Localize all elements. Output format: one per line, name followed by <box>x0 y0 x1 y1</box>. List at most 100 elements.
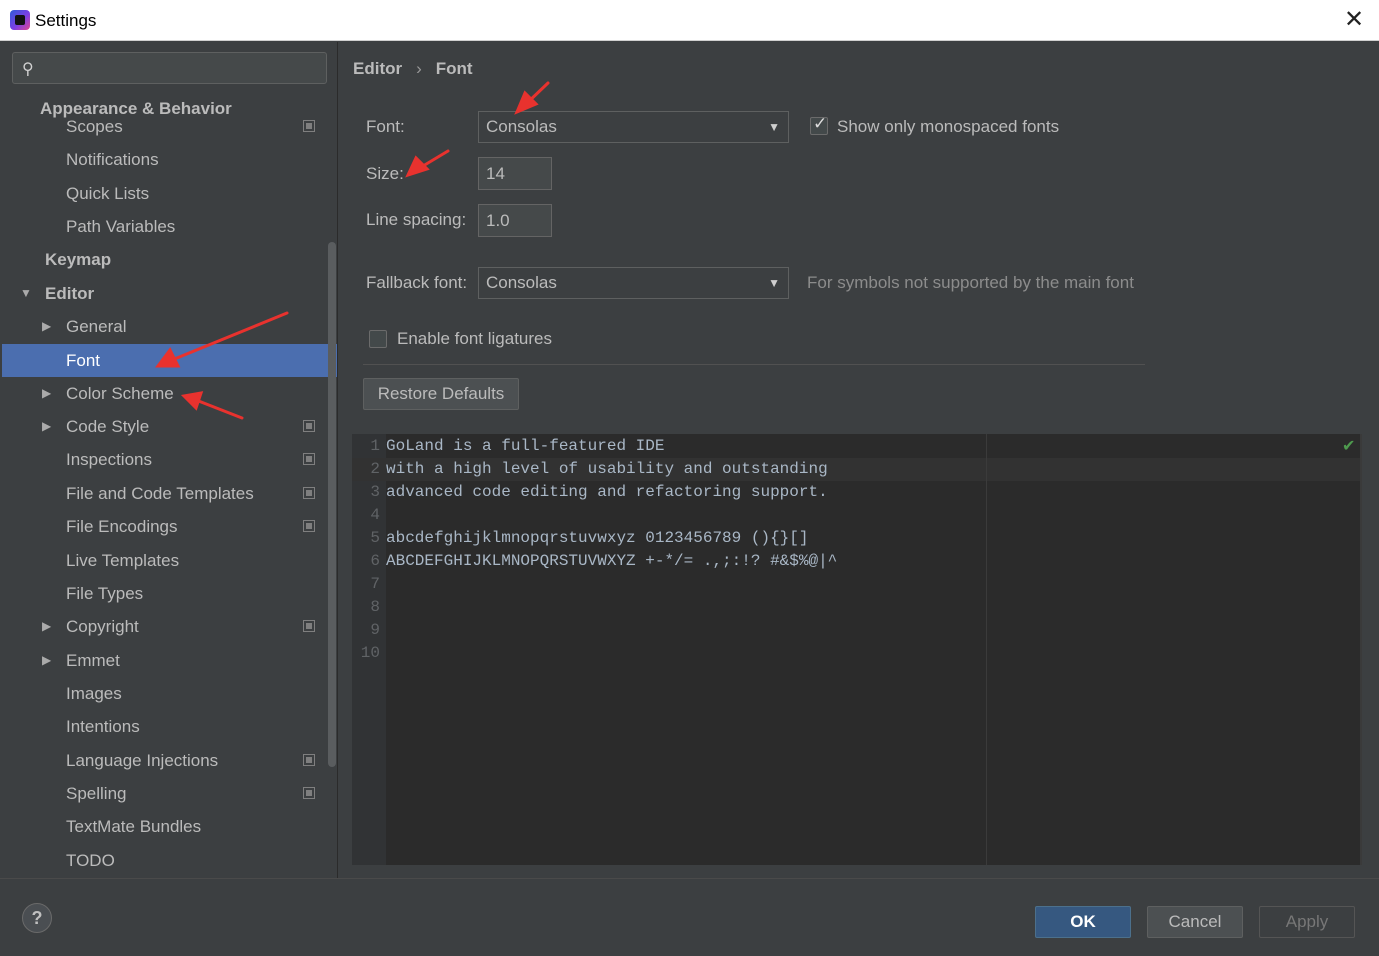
close-icon[interactable]: ✕ <box>1338 5 1370 35</box>
sidebar-item-path-variables[interactable]: Path Variables <box>2 210 337 243</box>
sidebar-item-general[interactable]: ▶ General <box>2 310 337 343</box>
line-text: advanced code editing and refactoring su… <box>386 483 828 501</box>
project-settings-icon <box>303 420 315 432</box>
collapsed-arrow-icon[interactable]: ▶ <box>42 310 51 343</box>
restore-defaults-button[interactable]: Restore Defaults <box>363 378 519 410</box>
line-number: 1 <box>370 437 380 455</box>
collapsed-arrow-icon[interactable]: ▶ <box>42 610 51 643</box>
window-title: Settings <box>35 11 97 30</box>
help-icon[interactable]: ? <box>22 903 52 933</box>
sidebar-item-file-code-templates[interactable]: File and Code Templates <box>2 477 337 510</box>
line-number: 5 <box>370 529 380 547</box>
sidebar-item-inspections[interactable]: Inspections <box>2 443 337 476</box>
fallback-font-label: Fallback font: <box>366 273 468 292</box>
sidebar-item-spelling[interactable]: Spelling <box>2 777 337 810</box>
sidebar-item-label: File Encodings <box>66 517 178 536</box>
search-input[interactable]: ⚲ <box>12 52 327 84</box>
sidebar-item-label: Spelling <box>66 784 127 803</box>
cancel-button[interactable]: Cancel <box>1147 906 1243 938</box>
font-select[interactable]: Consolas ▼ <box>478 111 789 143</box>
sidebar-item-label: Quick Lists <box>66 184 150 203</box>
breadcrumb-separator: › <box>416 59 422 78</box>
sidebar-item-copyright[interactable]: ▶ Copyright <box>2 610 337 643</box>
enable-ligatures-checkbox[interactable] <box>369 330 387 348</box>
sidebar-item-code-style[interactable]: ▶ Code Style <box>2 410 337 443</box>
sidebar-item-notifications[interactable]: Notifications <box>2 143 337 176</box>
line-spacing-input[interactable]: 1.0 <box>478 204 552 237</box>
preview-line: 1 GoLand is a full-featured IDE <box>352 435 1360 458</box>
sidebar-item-label: Keymap <box>45 250 112 269</box>
sidebar-item-label: File and Code Templates <box>66 484 254 503</box>
sidebar-item-label: Emmet <box>66 651 120 670</box>
fallback-font-hint: For symbols not supported by the main fo… <box>807 273 1134 292</box>
apply-button[interactable]: Apply <box>1259 906 1355 938</box>
sidebar-item-label: Intentions <box>66 717 140 736</box>
ok-button[interactable]: OK <box>1035 906 1131 938</box>
sidebar-item-textmate-bundles[interactable]: TextMate Bundles <box>2 810 337 843</box>
line-number: 2 <box>370 460 380 478</box>
line-text: GoLand is a full-featured IDE <box>386 437 665 455</box>
sidebar-item-file-types[interactable]: File Types <box>2 577 337 610</box>
show-monospaced-checkbox[interactable]: ✓ <box>810 114 828 135</box>
sidebar-item-live-templates[interactable]: Live Templates <box>2 544 337 577</box>
sidebar-item-label: TextMate Bundles <box>66 817 202 836</box>
line-number: 3 <box>370 483 380 501</box>
sidebar-item-label: File Types <box>66 584 144 603</box>
enable-ligatures-label[interactable]: Enable font ligatures <box>397 329 552 349</box>
sidebar-item-language-injections[interactable]: Language Injections <box>2 744 337 777</box>
line-number: 7 <box>370 575 380 593</box>
project-settings-icon <box>303 754 315 766</box>
sidebar-item-images[interactable]: Images <box>2 677 337 710</box>
sidebar-item-label: Color Scheme <box>66 384 174 403</box>
preview-line: 5 abcdefghijklmnopqrstuvwxyz 0123456789 (… <box>352 527 1360 550</box>
sidebar-scrollbar[interactable] <box>328 242 336 767</box>
show-monospaced-label[interactable]: Show only monospaced fonts <box>837 117 1059 137</box>
sidebar-item-label: Inspections <box>66 450 152 469</box>
sidebar-item-label: Language Injections <box>66 751 219 770</box>
sidebar-item-color-scheme[interactable]: ▶ Color Scheme <box>2 377 337 410</box>
project-settings-icon <box>303 620 315 632</box>
sidebar-item-label: Path Variables <box>66 217 176 236</box>
sidebar-item-intentions[interactable]: Intentions <box>2 710 337 743</box>
collapsed-arrow-icon[interactable]: ▶ <box>42 644 51 677</box>
sidebar-item-quick-lists[interactable]: Quick Lists <box>2 177 337 210</box>
sidebar-item-keymap[interactable]: Keymap <box>2 243 337 276</box>
preview-line: 4 <box>352 504 1360 527</box>
font-preview-editor[interactable]: 1 GoLand is a full-featured IDE 2 with a h… <box>352 434 1362 865</box>
line-number: 6 <box>370 552 380 570</box>
sidebar-item-label: Code Style <box>66 417 150 436</box>
sidebar-item-label: Font <box>66 351 101 370</box>
line-number: 8 <box>370 598 380 616</box>
sidebar-item-label: Copyright <box>66 617 139 636</box>
line-text: abcdefghijklmnopqrstuvwxyz 0123456789 ()… <box>386 529 809 547</box>
settings-sidebar: ⚲ Appearance & Behavior Scopes Notificat… <box>2 42 338 878</box>
sidebar-item-label: Editor <box>45 284 95 303</box>
preview-line: 6 ABCDEFGHIJKLMNOPQRSTUVWXYZ +-*/= .,;:!?… <box>352 550 1360 573</box>
breadcrumb-current: Font <box>435 59 473 78</box>
dropdown-arrow-icon: ▼ <box>768 276 780 290</box>
project-settings-icon <box>303 520 315 532</box>
sidebar-item-scopes[interactable]: Scopes <box>2 110 337 143</box>
collapsed-arrow-icon[interactable]: ▶ <box>42 410 51 443</box>
project-settings-icon <box>303 787 315 799</box>
editor-scrollbar[interactable] <box>1360 434 1362 865</box>
sidebar-item-emmet[interactable]: ▶ Emmet <box>2 644 337 677</box>
sidebar-item-font[interactable]: Font <box>2 344 337 377</box>
project-settings-icon <box>303 487 315 499</box>
checkmark-icon: ✓ <box>813 114 828 133</box>
collapsed-arrow-icon[interactable]: ▶ <box>42 377 51 410</box>
size-input[interactable]: 14 <box>478 157 552 190</box>
expanded-arrow-icon[interactable]: ▼ <box>20 277 32 310</box>
breadcrumb-parent[interactable]: Editor <box>353 59 402 78</box>
sidebar-item-file-encodings[interactable]: File Encodings <box>2 510 337 543</box>
preview-line: 7 <box>352 573 1360 596</box>
sidebar-item-editor[interactable]: ▼ Editor <box>2 277 337 310</box>
fallback-font-select[interactable]: Consolas ▼ <box>478 267 789 299</box>
sidebar-item-todo[interactable]: TODO <box>2 844 337 877</box>
line-spacing-label: Line spacing: <box>366 210 467 229</box>
size-label: Size: <box>366 164 404 183</box>
dropdown-arrow-icon: ▼ <box>768 120 780 134</box>
line-number: 10 <box>360 644 380 662</box>
font-label: Font: <box>366 117 405 136</box>
font-select-value: Consolas <box>486 117 557 136</box>
